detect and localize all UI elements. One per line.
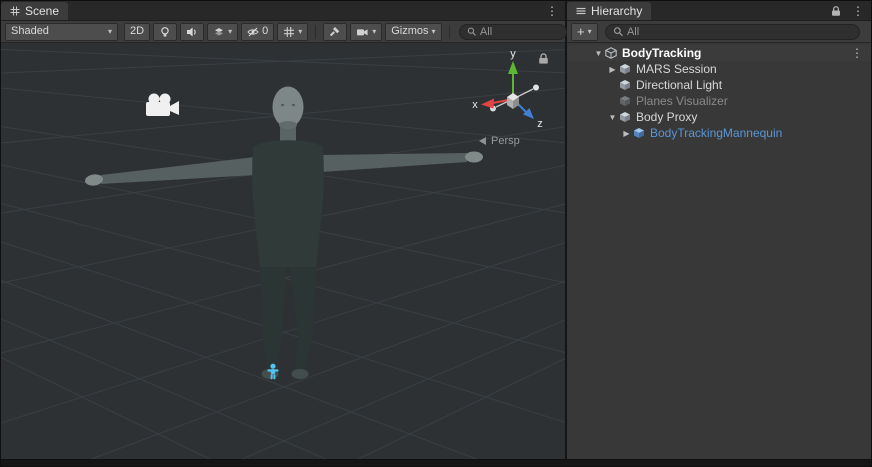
gameobject-cube-icon xyxy=(618,111,632,124)
chevron-down-icon: ▾ xyxy=(432,28,436,36)
persp-cone-icon xyxy=(479,137,487,145)
prefab-cube-icon xyxy=(632,127,646,140)
scene-options-kebab-icon[interactable]: ⋮ xyxy=(851,46,871,60)
gizmos-dropdown[interactable]: Gizmos ▾ xyxy=(385,23,441,41)
row-label: Body Proxy xyxy=(636,110,697,124)
search-icon xyxy=(467,26,476,37)
hammer-icon xyxy=(329,26,341,38)
tabbar-spacer xyxy=(651,1,827,20)
chevron-down-icon: ▾ xyxy=(588,28,592,36)
draw-mode-dropdown[interactable]: Shaded ▾ xyxy=(5,23,118,41)
toolbar-separator xyxy=(449,25,450,39)
hierarchy-row-mars-session[interactable]: ▶ MARS Session xyxy=(567,61,871,77)
hierarchy-row-planes-visualizer[interactable]: Planes Visualizer xyxy=(567,93,871,109)
scene-panel-menu-icon[interactable]: ⋮ xyxy=(539,1,565,20)
scene-search-input[interactable] xyxy=(480,26,559,38)
hierarchy-tree: ▼ BodyTracking ⋮ ▶ xyxy=(567,43,871,459)
hierarchy-row-bodytrackingmannequin[interactable]: ▶ BodyTrackingMannequin xyxy=(567,125,871,141)
scene-grid-icon xyxy=(10,6,20,16)
list-icon xyxy=(576,6,586,16)
foldout-open-icon[interactable]: ▼ xyxy=(607,113,618,122)
camera-icon xyxy=(356,26,369,38)
axis-y-label: y xyxy=(510,48,516,60)
chevron-down-icon: ▾ xyxy=(298,28,302,36)
unity-scene-icon xyxy=(604,47,618,60)
speaker-icon xyxy=(186,26,198,38)
gizmos-label: Gizmos xyxy=(391,26,428,37)
grid-icon xyxy=(283,26,295,38)
scene-search-field[interactable] xyxy=(459,24,567,40)
create-object-dropdown[interactable]: + ▾ xyxy=(571,23,598,41)
axis-x-label: x xyxy=(472,99,478,111)
chevron-down-icon: ▾ xyxy=(372,28,376,36)
toolbar-separator xyxy=(315,25,316,39)
foldout-closed-icon[interactable]: ▶ xyxy=(607,65,618,74)
scene-tabbar: Scene ⋮ xyxy=(1,1,565,21)
row-label: BodyTrackingMannequin xyxy=(650,126,782,140)
hierarchy-lock-icon[interactable] xyxy=(827,1,845,20)
camera-gizmo-icon[interactable] xyxy=(142,92,182,120)
hierarchy-row-directional-light[interactable]: Directional Light xyxy=(567,77,871,93)
scene-lighting-button[interactable] xyxy=(153,23,177,41)
scene-camera-dropdown[interactable]: ▾ xyxy=(350,23,382,41)
axis-z-label: z xyxy=(537,118,543,130)
projection-toggle[interactable]: Persp xyxy=(479,135,520,147)
scene-tools-button[interactable] xyxy=(323,23,347,41)
gameobject-cube-icon xyxy=(618,95,632,108)
hierarchy-tab-label: Hierarchy xyxy=(591,4,642,18)
gameobject-cube-icon xyxy=(618,79,632,92)
gameobject-cube-icon xyxy=(618,63,632,76)
foldout-open-icon[interactable]: ▼ xyxy=(593,49,604,58)
scene-grid-dropdown[interactable]: ▾ xyxy=(277,23,308,41)
hidden-count-label: 0 xyxy=(262,26,268,37)
toggle-2d-label: 2D xyxy=(130,26,144,37)
avatar-gizmo-icon[interactable] xyxy=(265,363,281,381)
search-icon xyxy=(613,26,623,37)
scene-visibility-button[interactable]: 0 xyxy=(241,23,274,41)
row-label: BodyTracking xyxy=(622,46,701,60)
foldout-closed-icon[interactable]: ▶ xyxy=(621,129,632,138)
chevron-down-icon: ▾ xyxy=(108,28,112,36)
toggle-2d-button[interactable]: 2D xyxy=(124,23,150,41)
tab-hierarchy[interactable]: Hierarchy xyxy=(567,2,651,20)
scene-toolbar: Shaded ▾ 2D xyxy=(1,21,565,43)
tabbar-spacer xyxy=(68,1,539,20)
hierarchy-tabbar: Hierarchy ⋮ xyxy=(567,1,871,21)
row-label: Directional Light xyxy=(636,78,722,92)
hierarchy-row-body-proxy[interactable]: ▼ Body Proxy xyxy=(567,109,871,125)
scene-panel: Scene ⋮ Shaded ▾ 2D xyxy=(1,1,567,459)
scene-audio-button[interactable] xyxy=(180,23,204,41)
hierarchy-row-bodytracking[interactable]: ▼ BodyTracking ⋮ xyxy=(567,45,871,61)
chevron-down-icon: ▾ xyxy=(228,28,232,36)
scene-viewport[interactable]: y x z Persp xyxy=(1,43,565,459)
hierarchy-panel: Hierarchy ⋮ + ▾ xyxy=(567,1,871,459)
plus-icon: + xyxy=(577,25,585,38)
row-label: MARS Session xyxy=(636,62,717,76)
hierarchy-panel-menu-icon[interactable]: ⋮ xyxy=(845,1,871,20)
projection-label: Persp xyxy=(491,135,520,147)
hierarchy-toolbar: + ▾ xyxy=(567,21,871,43)
scene-tab-label: Scene xyxy=(25,4,59,18)
tab-scene[interactable]: Scene xyxy=(1,2,68,20)
scene-effects-dropdown[interactable]: ▾ xyxy=(207,23,238,41)
effects-layers-icon xyxy=(213,26,225,38)
eye-hidden-icon xyxy=(247,26,259,38)
hierarchy-search-input[interactable] xyxy=(627,26,852,38)
lightbulb-icon xyxy=(159,26,171,38)
unity-editor-window: Scene ⋮ Shaded ▾ 2D xyxy=(0,0,872,467)
window-bottom-edge xyxy=(1,459,871,466)
lock-icon[interactable] xyxy=(537,52,550,65)
draw-mode-label: Shaded xyxy=(11,26,49,37)
row-label: Planes Visualizer xyxy=(636,94,728,108)
hierarchy-search-field[interactable] xyxy=(605,24,860,40)
editor-main-area: Scene ⋮ Shaded ▾ 2D xyxy=(1,1,871,459)
